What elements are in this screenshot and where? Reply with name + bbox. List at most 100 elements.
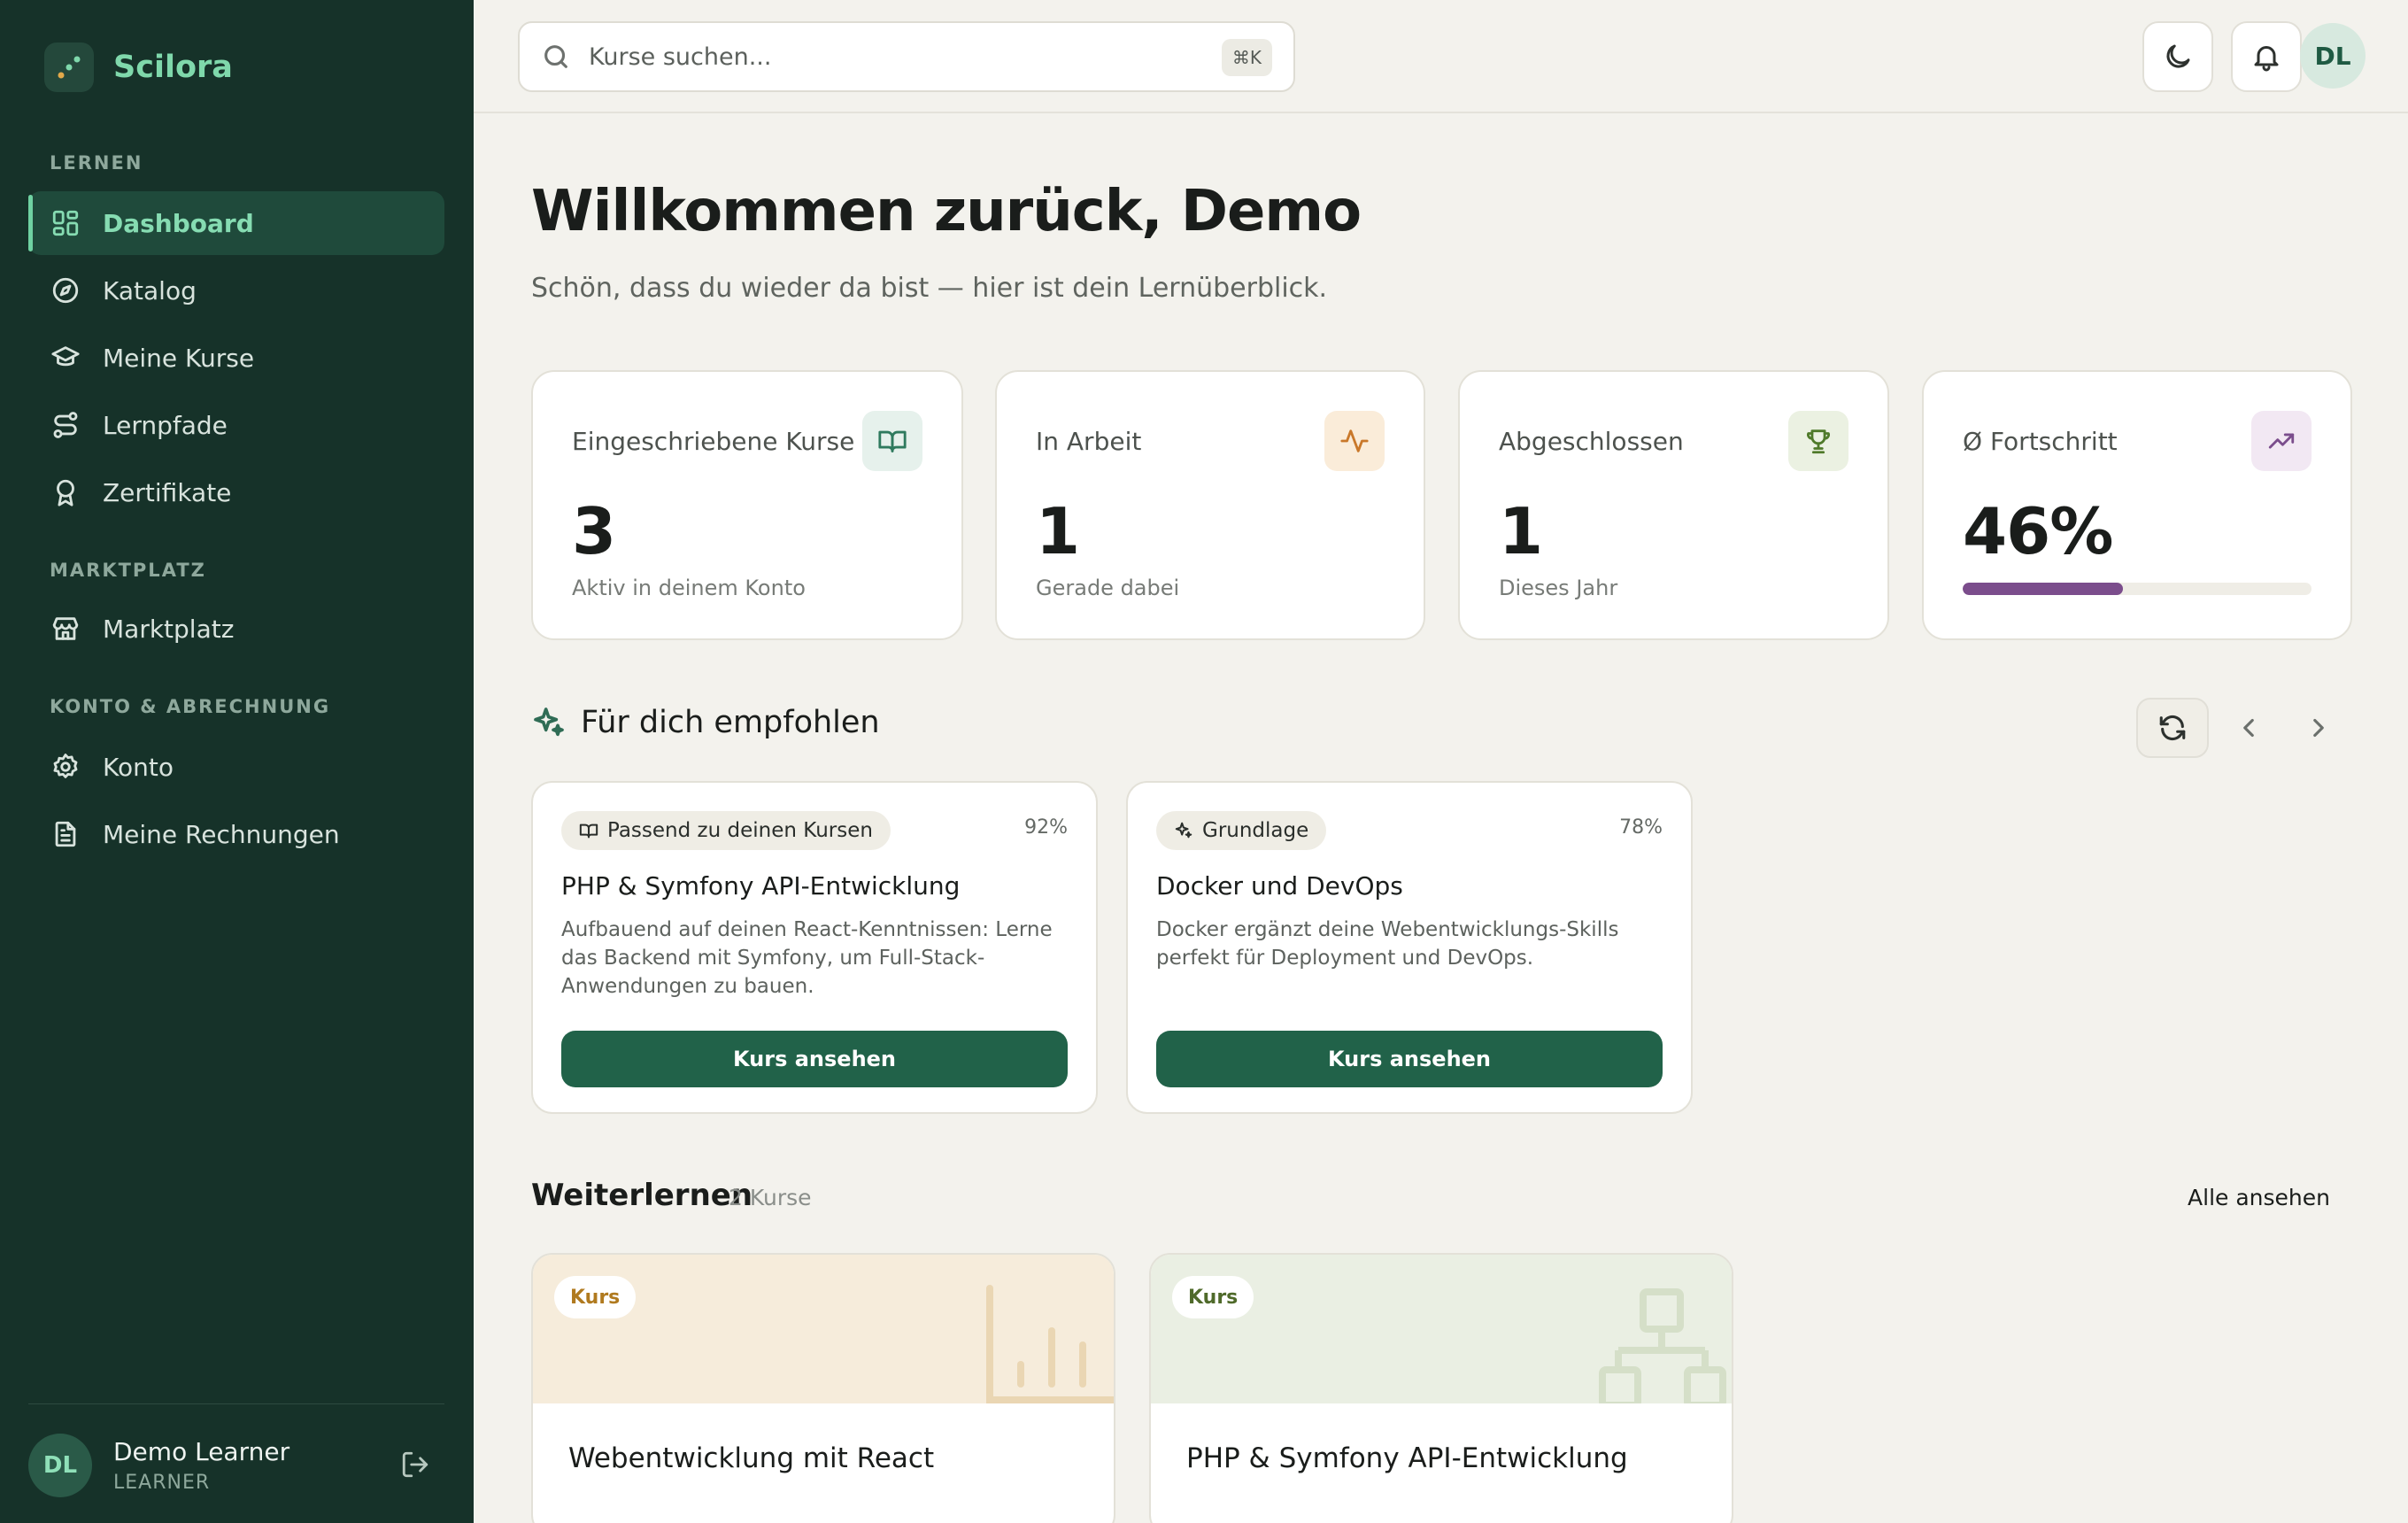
recommendation-badge: Passend zu deinen Kursen: [561, 811, 891, 850]
store-icon: [50, 613, 81, 645]
divider: [28, 1403, 444, 1404]
graduation-cap-icon: [50, 342, 81, 374]
bar-chart-icon: [986, 1285, 1114, 1403]
course-tag: Kurs: [1172, 1276, 1254, 1318]
logout-icon[interactable]: [400, 1450, 432, 1481]
search-input[interactable]: [589, 43, 1164, 71]
progress-bar: [1963, 583, 2312, 595]
search-icon: [544, 45, 567, 68]
course-title: Webentwicklung mit React: [568, 1442, 935, 1474]
stat-value: 1: [1036, 494, 1080, 568]
page-subtitle: Schön, dass du wieder da bist — hier ist…: [531, 273, 1328, 304]
course-count: 2 Kurse: [729, 1185, 812, 1210]
chevron-left-icon: [2243, 718, 2254, 738]
course-tag: Kurs: [554, 1276, 637, 1318]
activity-icon: [1324, 411, 1385, 471]
book-open-icon: [862, 411, 922, 471]
brand[interactable]: Scilora: [44, 43, 233, 92]
sidebar-item-lernpfade[interactable]: Lernpfade: [28, 393, 444, 457]
trending-up-icon: [2251, 411, 2312, 471]
course-card[interactable]: Kurs Webentwicklung mit React: [531, 1253, 1115, 1523]
book-open-icon: [579, 823, 598, 839]
trophy-icon: [1788, 411, 1848, 471]
match-score: 92%: [1024, 816, 1068, 839]
stat-label: Eingeschriebene Kurse: [572, 427, 855, 456]
sidebar-item-katalog[interactable]: Katalog: [28, 259, 444, 322]
refresh-button[interactable]: [2136, 698, 2209, 758]
nav-section-marktplatz: MARKTPLATZ: [50, 560, 206, 581]
sitemap-icon: [1599, 1288, 1726, 1403]
recommendation-description: Aufbauend auf deinen React-Kenntnissen: …: [561, 918, 1053, 998]
avatar: DL: [28, 1434, 92, 1497]
stat-value: 1: [1499, 494, 1543, 568]
section-title: Für dich empfohlen: [581, 705, 880, 740]
stat-card-in-progress: In Arbeit 1 Gerade dabei: [995, 370, 1425, 640]
sidebar-item-label: Katalog: [103, 275, 197, 305]
user-name: Demo Learner: [113, 1437, 290, 1466]
sidebar-item-dashboard[interactable]: Dashboard: [28, 191, 444, 255]
view-course-button[interactable]: Kurs ansehen: [1156, 1031, 1663, 1087]
progress-fill: [1963, 583, 2124, 595]
sidebar-item-marktplatz[interactable]: Marktplatz: [28, 597, 444, 661]
page-title: Willkommen zurück, Demo: [531, 179, 1362, 244]
avatar[interactable]: DL: [2300, 23, 2366, 89]
recommendation-card: Grundlage 78% Docker und DevOps Docker e…: [1126, 781, 1693, 1114]
main-content: Willkommen zurück, Demo Schön, dass du w…: [474, 115, 2408, 1523]
search-box[interactable]: ⌘K: [518, 21, 1295, 92]
shortcut-badge: ⌘K: [1221, 39, 1272, 76]
chevron-right-icon: [2313, 718, 2324, 738]
carousel-prev-button[interactable]: [2229, 708, 2268, 747]
sidebar-item-zertifikate[interactable]: Zertifikate: [28, 460, 444, 524]
sidebar-item-konto[interactable]: Konto: [28, 735, 444, 799]
course-banner: Kurs: [1151, 1255, 1732, 1403]
user-role: LEARNER: [113, 1472, 211, 1494]
section-title: Weiterlernen: [531, 1178, 753, 1213]
stat-hint: Gerade dabei: [1036, 576, 1180, 600]
match-score: 78%: [1619, 816, 1663, 839]
course-banner: Kurs: [533, 1255, 1114, 1403]
refresh-icon: [2159, 715, 2186, 741]
sidebar-item-meine-kurse[interactable]: Meine Kurse: [28, 326, 444, 390]
topbar: ⌘K DL: [474, 0, 2408, 113]
user-profile[interactable]: DL Demo Learner LEARNER: [28, 1430, 444, 1501]
nav-section-konto: KONTO & ABRECHNUNG: [50, 696, 331, 717]
recommendation-card: Passend zu deinen Kursen 92% PHP & Symfo…: [531, 781, 1098, 1114]
stat-hint: Dieses Jahr: [1499, 576, 1618, 600]
view-course-button[interactable]: Kurs ansehen: [561, 1031, 1068, 1087]
sidebar-item-label: Meine Rechnungen: [103, 819, 340, 849]
notifications-button[interactable]: [2231, 21, 2302, 92]
stat-label: Ø Fortschritt: [1963, 427, 2118, 456]
badge-label: Passend zu deinen Kursen: [607, 819, 873, 842]
nav-section-lernen: LERNEN: [50, 152, 143, 174]
award-icon: [50, 476, 81, 508]
view-all-link[interactable]: Alle ansehen: [2188, 1185, 2330, 1210]
recommendations-header: Für dich empfohlen: [531, 705, 880, 740]
stat-card-progress: Ø Fortschritt 46%: [1922, 370, 2352, 640]
gear-icon: [50, 751, 81, 783]
recommendation-title: Docker und DevOps: [1156, 871, 1403, 901]
recommendation-title: PHP & Symfony API-Entwicklung: [561, 871, 961, 901]
sidebar-item-label: Dashboard: [103, 208, 254, 238]
stat-value: 3: [572, 494, 616, 568]
brand-name: Scilora: [113, 50, 233, 85]
stat-card-enrolled: Eingeschriebene Kurse 3 Aktiv in deinem …: [531, 370, 963, 640]
sidebar-item-label: Lernpfade: [103, 410, 228, 440]
bell-icon: [2254, 46, 2279, 72]
sidebar-item-meine-rechnungen[interactable]: Meine Rechnungen: [28, 802, 444, 866]
logo-icon: [44, 43, 94, 92]
course-card[interactable]: Kurs PHP & Symfony API-Entwicklung: [1149, 1253, 1733, 1523]
course-title: PHP & Symfony API-Entwicklung: [1186, 1442, 1628, 1474]
sidebar: Scilora LERNEN Dashboard Katalog Meine K…: [0, 0, 474, 1523]
sidebar-item-label: Marktplatz: [103, 614, 235, 644]
stat-hint: Aktiv in deinem Konto: [572, 576, 806, 600]
badge-label: Grundlage: [1202, 819, 1309, 842]
stat-label: Abgeschlossen: [1499, 427, 1684, 456]
sidebar-item-label: Konto: [103, 752, 174, 782]
theme-toggle-button[interactable]: [2142, 21, 2213, 92]
stat-label: In Arbeit: [1036, 427, 1142, 456]
recommendation-description: Docker ergänzt deine Webentwicklungs-Ski…: [1156, 918, 1619, 970]
compass-icon: [50, 274, 81, 306]
user-meta: Demo Learner LEARNER: [113, 1437, 289, 1494]
stat-value: 46%: [1963, 494, 2113, 568]
carousel-next-button[interactable]: [2299, 708, 2338, 747]
